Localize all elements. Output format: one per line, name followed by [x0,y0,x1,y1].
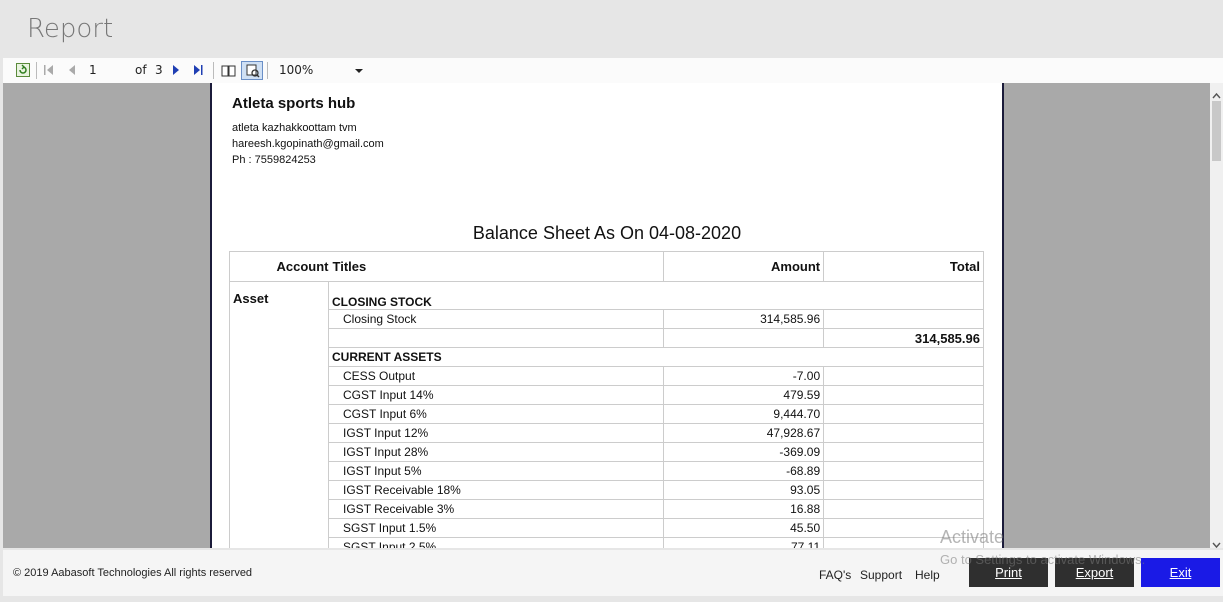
window-title: Report [27,14,114,44]
row-amount: -68.89 [663,461,825,481]
scrollbar-thumb[interactable] [1212,101,1221,161]
company-name: Atleta sports hub [232,95,356,112]
title-bar: Report [0,0,1223,58]
row-label: CESS Output [328,366,665,386]
table-header-row: Account Titles Amount Total [228,251,984,282]
page-number-input[interactable]: 1 [89,62,129,78]
row-label [328,328,665,348]
row-total [823,480,984,500]
table-row: 314,585.96 [230,328,984,348]
table-row: Asset CLOSING STOCK [228,281,984,548]
toolbar-separator [267,62,268,79]
row-label: IGST Input 5% [328,461,665,481]
row-total [823,366,984,386]
header-total: Total [823,251,984,282]
row-label: CGST Input 6% [328,404,665,424]
last-page-icon[interactable] [191,62,205,78]
row-label: Closing Stock [328,309,665,329]
table-row: CGST Input 14% 479.59 [230,385,984,405]
table-row: IGST Input 5% -68.89 [230,461,984,481]
row-amount: 47,928.67 [663,423,825,443]
row-total [823,537,984,548]
exit-button[interactable]: Exit [1141,558,1220,587]
print-layout-icon[interactable] [241,61,263,80]
row-total [823,309,984,329]
support-link[interactable]: Support [860,568,902,582]
vertical-scrollbar[interactable] [1210,83,1223,549]
report-title: Balance Sheet As On 04-08-2020 [472,223,742,243]
report-viewer[interactable]: Atleta sports hub atleta kazhakkoottam t… [3,83,1210,548]
next-page-icon[interactable] [169,62,183,78]
previous-page-icon[interactable] [65,62,79,78]
row-total [823,385,984,405]
zoom-value: 100% [279,63,314,77]
company-phone: Ph : 7559824253 [232,154,316,166]
row-amount: 479.59 [663,385,825,405]
section-total: 314,585.96 [823,328,984,348]
row-label: IGST Receivable 18% [328,480,665,500]
table-row: SGST Input 1.5% 45.50 [230,518,984,538]
table-row: Closing Stock 314,585.96 [230,309,984,329]
row-label: SGST Input 1.5% [328,518,665,538]
row-label: IGST Input 28% [328,442,665,462]
table-row: SGST Input 2.5% 77.11 [230,537,984,548]
copyright-text: © 2019 Aabasoft Technologies All rights … [13,567,253,579]
row-label: IGST Input 12% [328,423,665,443]
page-total-label: 3 [155,63,163,77]
header-account: Account [228,251,329,282]
section-heading: CURRENT ASSETS [328,347,984,367]
table-row: CURRENT ASSETS [230,347,984,367]
faq-link[interactable]: FAQ's [819,568,851,582]
row-amount: 93.05 [663,480,825,500]
section-heading: CLOSING STOCK [328,281,984,310]
help-link[interactable]: Help [915,568,940,582]
row-label: CGST Input 14% [328,385,665,405]
company-address: atleta kazhakkoottam tvm [232,122,357,134]
row-label: IGST Receivable 3% [328,499,665,519]
row-total [823,518,984,538]
document-map-icon[interactable] [220,62,236,78]
toolbar-separator [213,62,214,79]
company-email: hareesh.kgopinath@gmail.com [232,138,384,150]
chevron-down-icon[interactable] [355,63,363,77]
row-amount: -7.00 [663,366,825,386]
row-amount: 45.50 [663,518,825,538]
zoom-select[interactable]: 100% [279,62,363,78]
row-amount: 77.11 [663,537,825,548]
report-toolbar: 1 of 3 100% [3,58,1223,84]
print-button[interactable]: Print [969,558,1048,587]
export-button[interactable]: Export [1055,558,1134,587]
row-total [823,499,984,519]
first-page-icon[interactable] [42,62,56,78]
table-row: IGST Receivable 18% 93.05 [230,480,984,500]
table-row: CGST Input 6% 9,444.70 [230,404,984,424]
row-label: SGST Input 2.5% [328,537,665,548]
group-label: Asset [228,281,330,548]
header-amount: Amount [663,251,825,282]
row-total [823,442,984,462]
report-page: Atleta sports hub atleta kazhakkoottam t… [210,83,1004,548]
table-row: CESS Output -7.00 [230,366,984,386]
refresh-icon[interactable] [15,62,31,78]
table-row: IGST Receivable 3% 16.88 [230,499,984,519]
footer-bar: © 2019 Aabasoft Technologies All rights … [3,550,1223,596]
row-amount: 9,444.70 [663,404,825,424]
balance-sheet-table: Account Titles Amount Total Asset CLOSIN… [228,251,984,548]
row-amount [663,328,825,348]
row-total [823,423,984,443]
page-of-label: of [135,63,147,77]
row-total [823,404,984,424]
row-amount: 314,585.96 [663,309,825,329]
row-amount: -369.09 [663,442,825,462]
row-amount: 16.88 [663,499,825,519]
table-row: IGST Input 12% 47,928.67 [230,423,984,443]
row-total [823,461,984,481]
table-row: IGST Input 28% -369.09 [230,442,984,462]
header-titles: Titles [328,251,665,282]
toolbar-separator [36,62,37,79]
